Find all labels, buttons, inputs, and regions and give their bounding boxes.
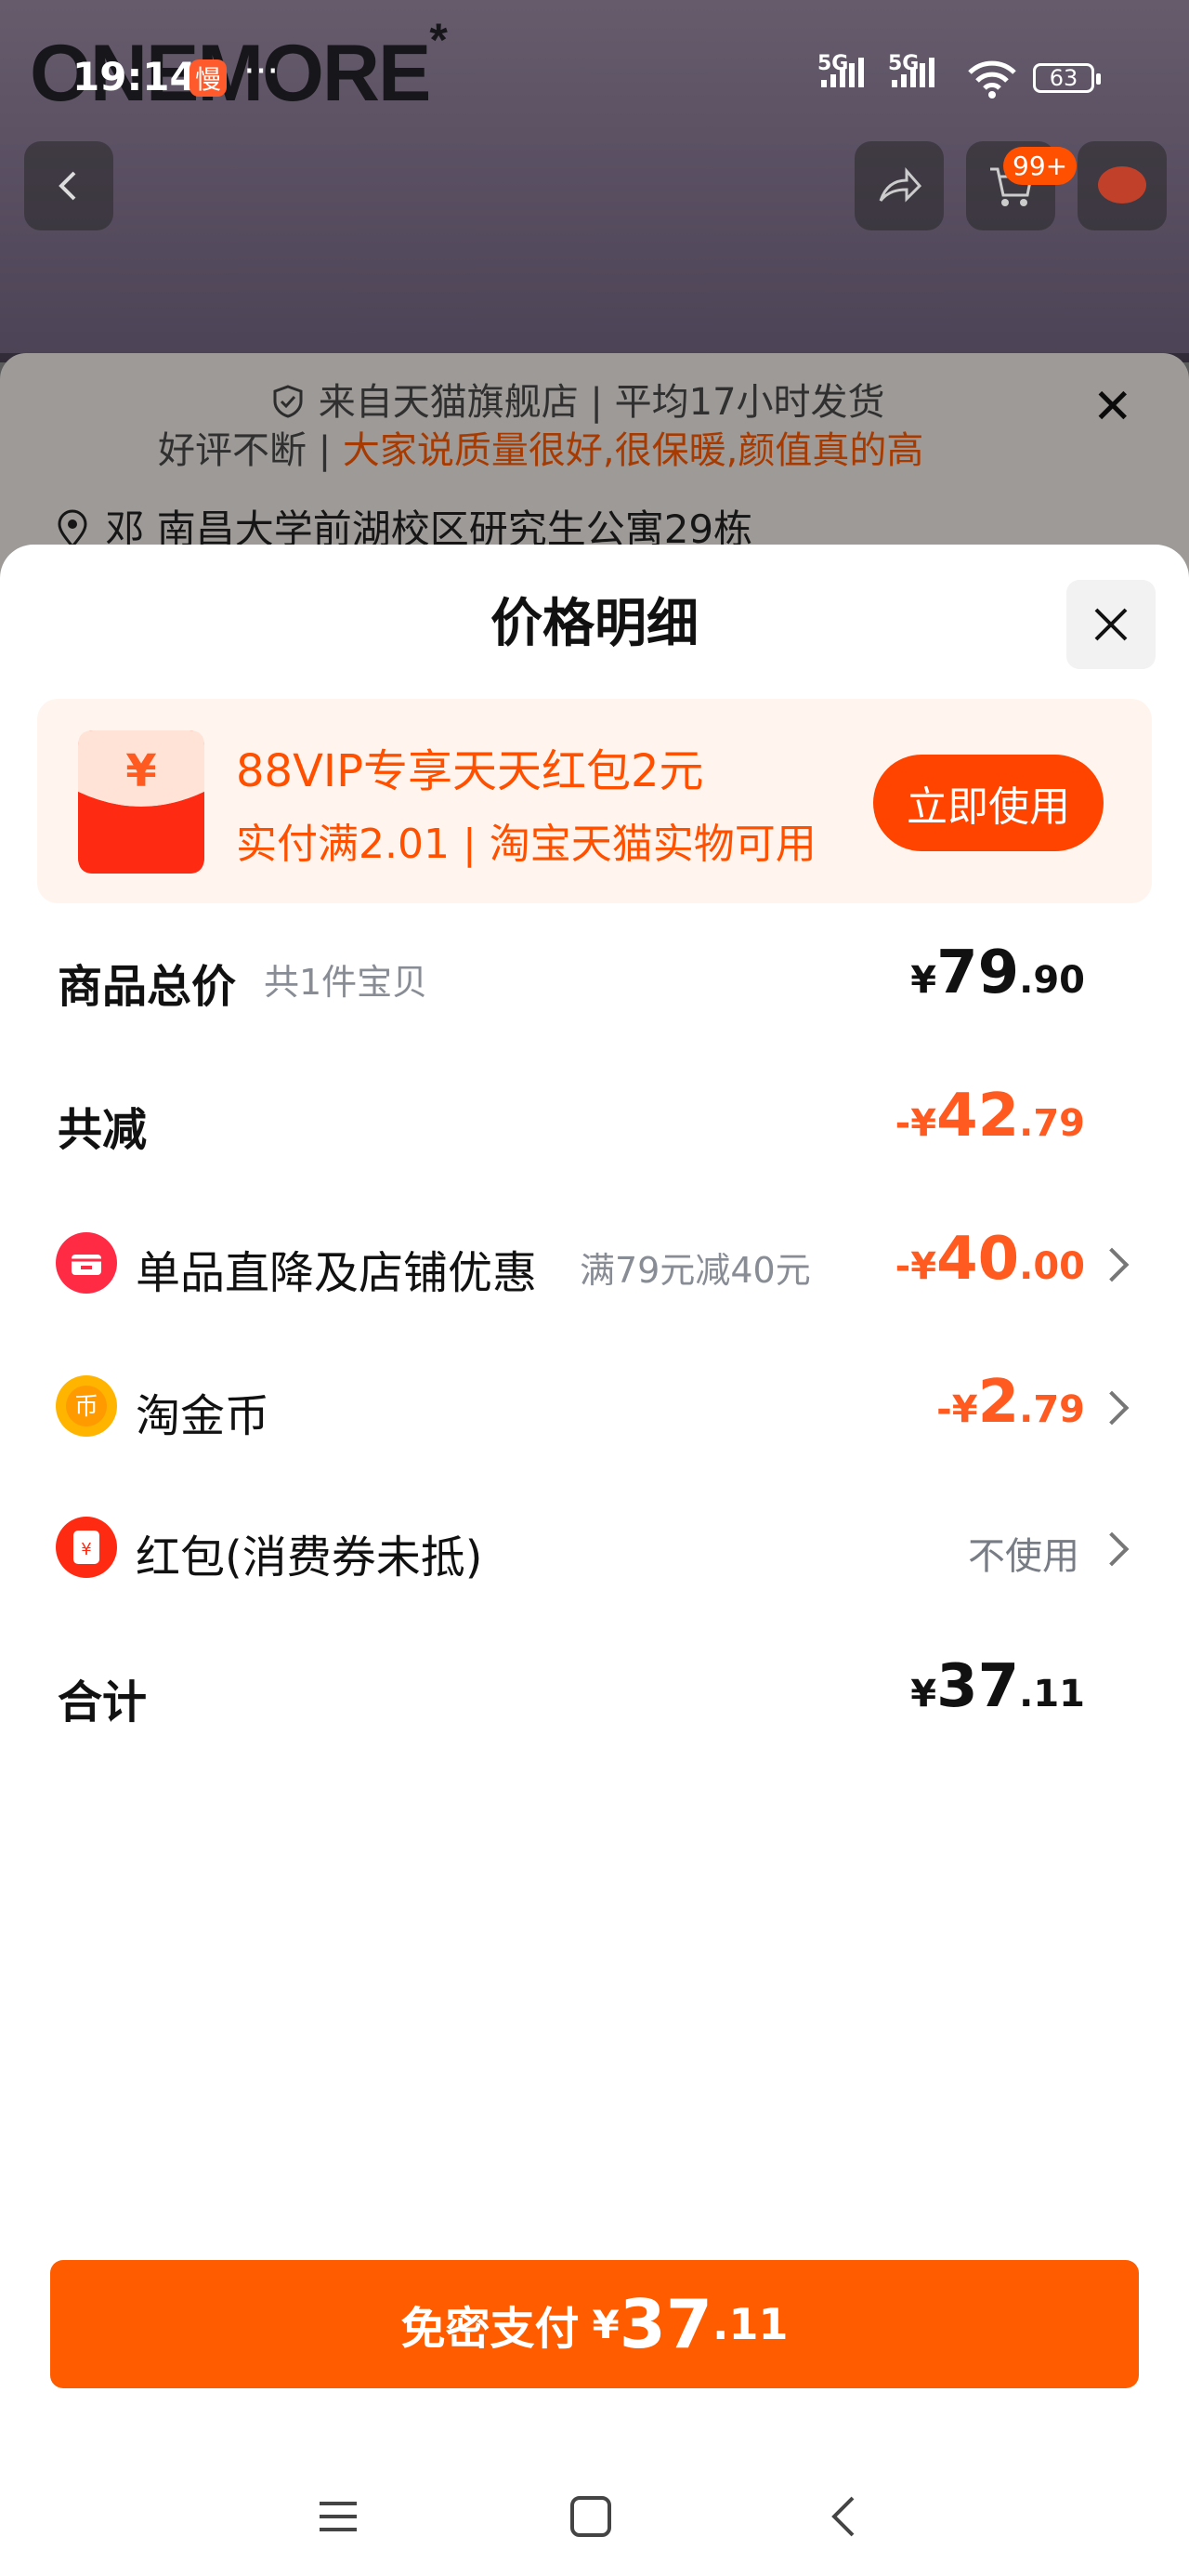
total-discount-label: 共减 [58,1104,148,1156]
back-button[interactable] [24,141,113,230]
coin-value[interactable]: -¥2.79 [936,1368,1085,1437]
chevron-left-icon [59,171,76,201]
chat-icon [1098,166,1146,204]
store-discount-note: 满79元减40元 [580,1250,811,1291]
store-discount-value[interactable]: -¥40.00 [895,1225,1085,1294]
redpacket-icon: ¥ [78,730,204,874]
store-discount-icon [56,1232,117,1294]
status-time: 19:14 [72,54,197,99]
taojinbi-icon: 币 [56,1375,117,1437]
close-button[interactable] [1066,580,1156,669]
svg-text:¥: ¥ [125,745,156,797]
wifi-icon [968,60,1016,99]
redpacket-label[interactable]: 红包(消费券未抵) [136,1520,482,1585]
home-nav-button[interactable] [554,2479,628,2554]
menu-icon [320,2502,357,2531]
cart-count-badge: 99+ [1003,147,1078,185]
back-nav-button[interactable] [806,2479,881,2554]
promo-subtitle: 实付满2.01 | 淘宝天猫实物可用 [236,821,817,868]
share-button[interactable] [855,141,944,230]
sum-label: 合计 [58,1676,148,1728]
promo-title: 88VIP专享天天红包2元 [236,745,704,797]
redpacket-small-icon: ¥ [56,1517,117,1578]
coin-label[interactable]: 淘金币 [136,1379,269,1444]
total-discount-value: -¥42.79 [895,1082,1085,1150]
app-notification-badge: 慢 [189,59,227,97]
signal-icon-2: 5G [888,52,934,87]
password-free-pay-button[interactable]: 免密支付 ¥37.11 [50,2260,1139,2388]
redpacket-value[interactable]: 不使用 [968,1526,1079,1580]
svg-text:¥: ¥ [81,1540,91,1559]
store-discount-label[interactable]: 单品直降及店铺优惠 [136,1236,537,1301]
system-navigation-bar [0,2453,1189,2576]
back-arrow-icon [831,2496,855,2537]
total-price-label: 商品总价 [58,961,237,1013]
close-icon [1094,608,1128,641]
home-square-icon [570,2496,611,2537]
item-count: 共1件宝贝 [264,962,428,1003]
signal-icon: 5G [817,52,864,87]
use-now-button[interactable]: 立即使用 [873,755,1104,851]
share-icon [879,167,922,203]
sheet-title: 价格明细 [490,594,699,654]
battery-indicator: 63 [1033,63,1101,93]
more-notifications: ··· [243,50,280,93]
sum-value: ¥37.11 [910,1652,1085,1721]
svg-text:币: 币 [74,1393,98,1421]
message-button[interactable] [1078,141,1167,230]
menu-nav-button[interactable] [301,2479,375,2554]
total-price-value: ¥79.90 [910,939,1085,1007]
